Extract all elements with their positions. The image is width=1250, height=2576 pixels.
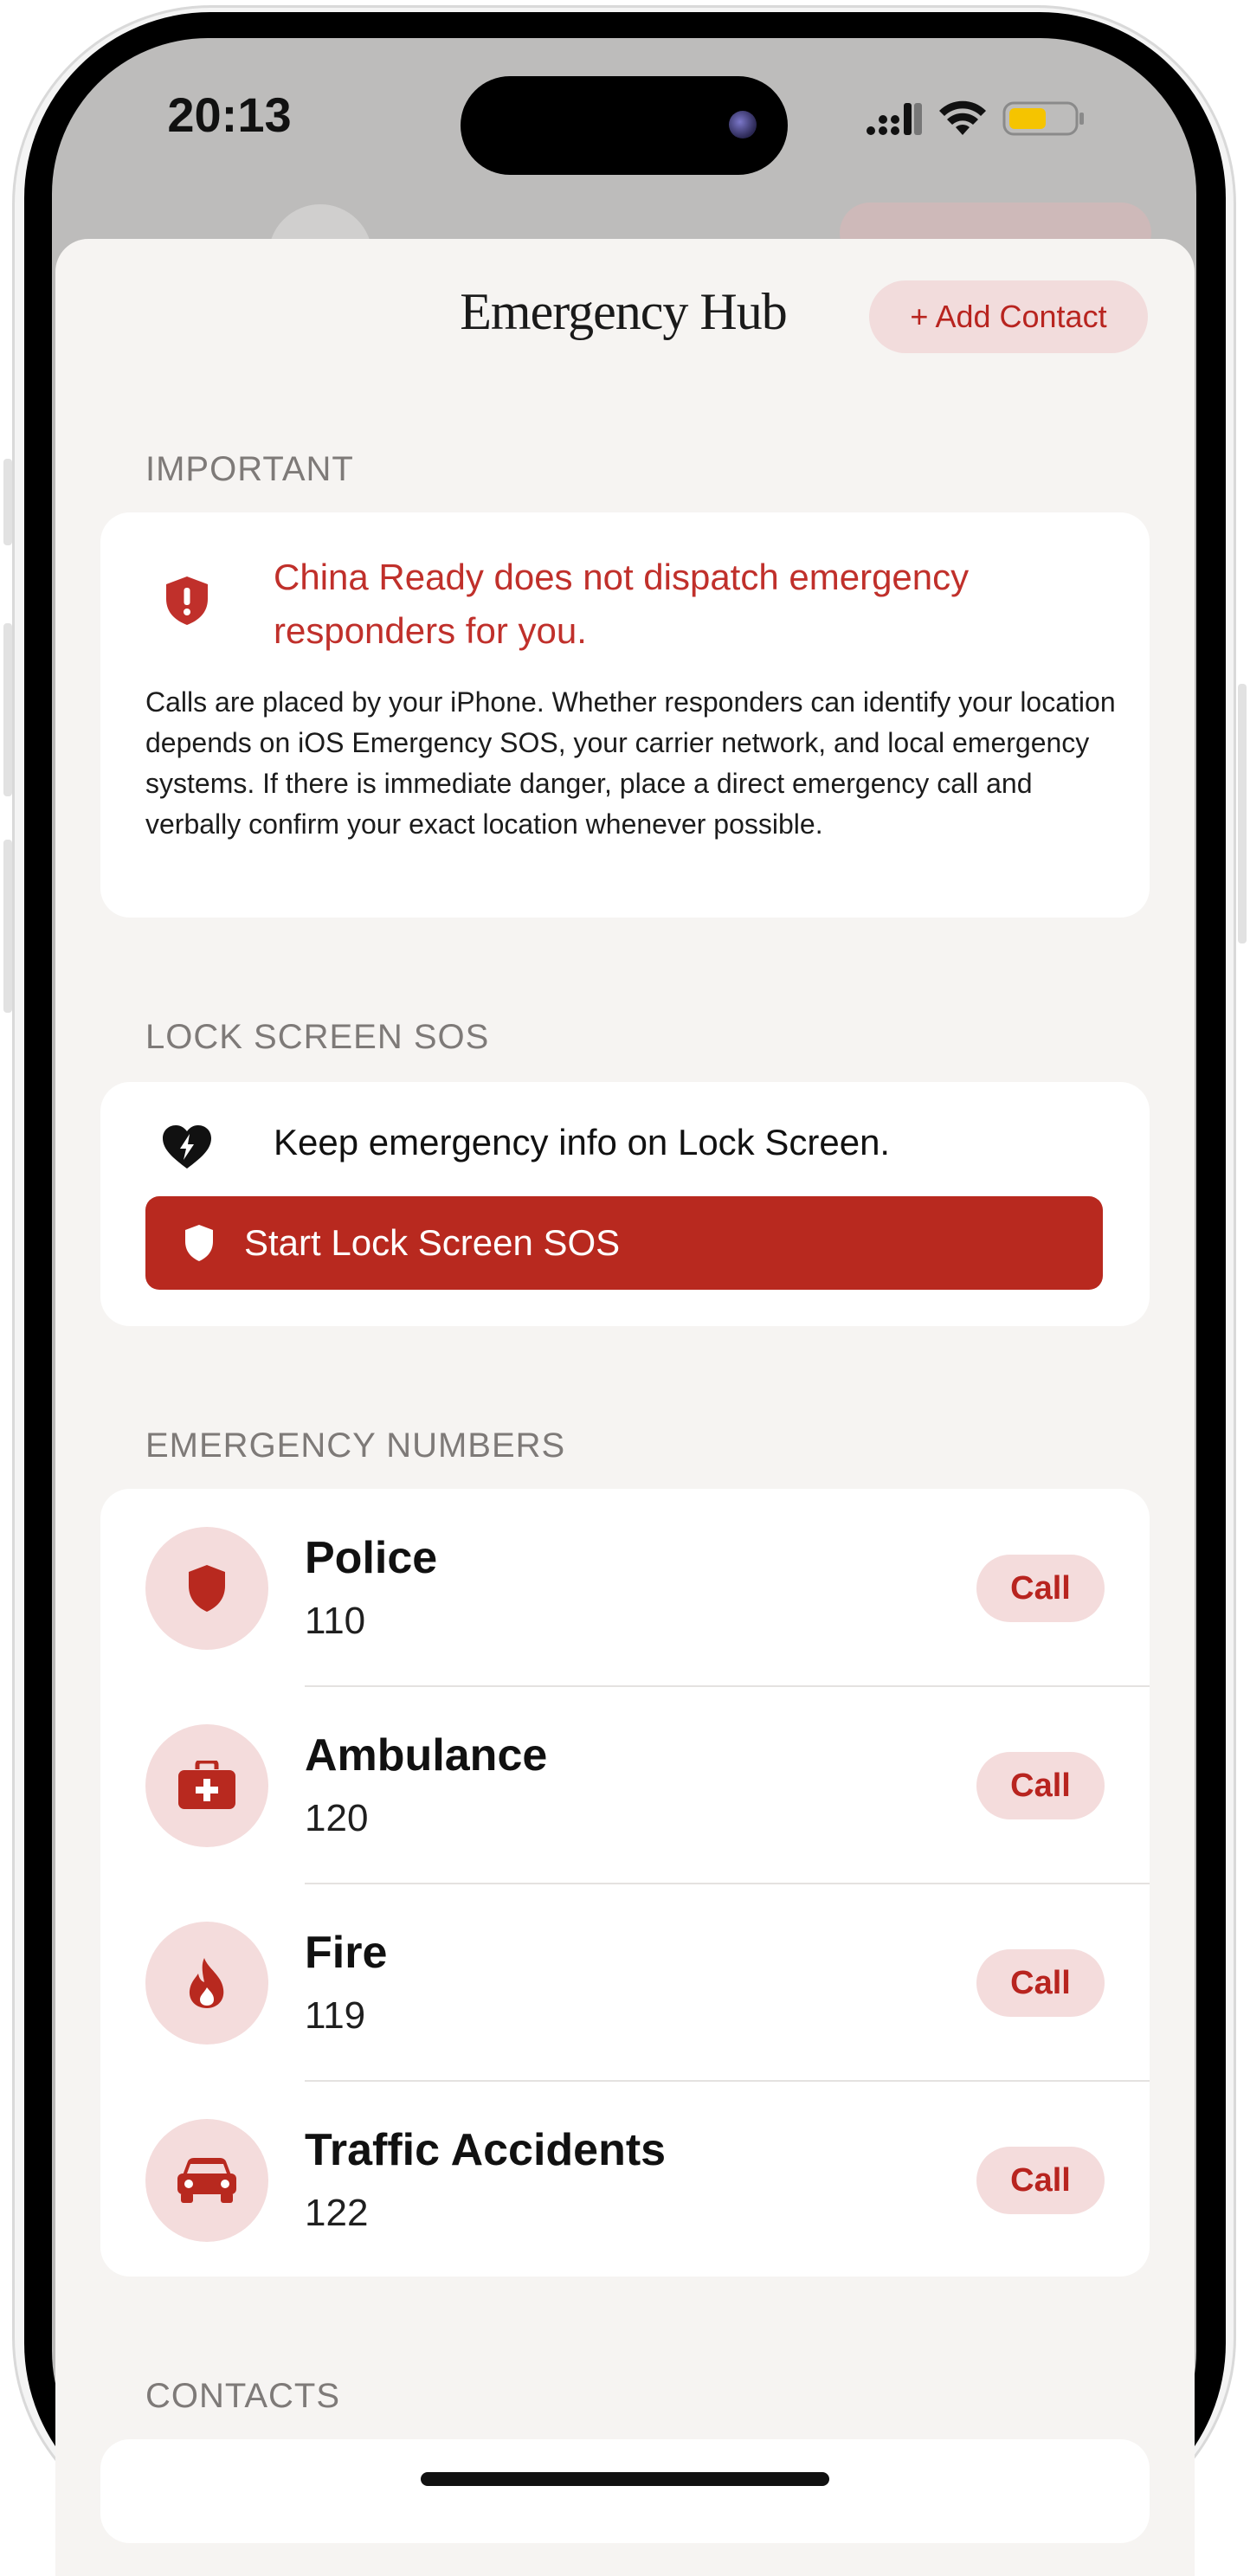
shield-icon: [189, 1565, 225, 1612]
row-number: 110: [305, 1600, 366, 1642]
section-label-emergency-numbers: EMERGENCY NUMBERS: [145, 1426, 566, 1465]
flame-icon: [189, 1958, 224, 2008]
row-name: Ambulance: [305, 1730, 548, 1781]
side-button-left-1: [3, 459, 12, 545]
warning-shield-icon: [166, 576, 208, 625]
dynamic-island: [461, 76, 788, 175]
row-number: 122: [305, 2192, 369, 2234]
emergency-row-fire: Fire 119 Call: [100, 1884, 1150, 2081]
call-ambulance-button[interactable]: Call: [976, 1752, 1105, 1819]
police-icon-circle: [145, 1527, 268, 1650]
important-card: China Ready does not dispatch emergency …: [100, 512, 1150, 918]
wifi-icon: [939, 100, 986, 135]
traffic-icon-circle: [145, 2119, 268, 2242]
shield-icon: [185, 1225, 213, 1261]
home-indicator[interactable]: [421, 2472, 829, 2486]
row-name: Traffic Accidents: [305, 2125, 667, 2175]
row-number: 120: [305, 1797, 369, 1839]
page-title: Emergency Hub: [460, 283, 787, 340]
side-button-right: [1238, 684, 1247, 943]
status-indicators: [866, 97, 1086, 140]
section-label-contacts: CONTACTS: [145, 2377, 341, 2415]
call-police-button[interactable]: Call: [976, 1555, 1105, 1622]
car-icon: [177, 2158, 236, 2203]
row-name: Police: [305, 1533, 438, 1583]
lock-screen-text: Keep emergency info on Lock Screen.: [274, 1122, 891, 1162]
battery-icon: [1002, 101, 1084, 136]
side-button-left-3: [3, 840, 12, 1013]
section-label-important: IMPORTANT: [145, 450, 354, 488]
contacts-card: [100, 2439, 1150, 2543]
emergency-row-ambulance: Ambulance 120 Call: [100, 1686, 1150, 1884]
sos-button-label: Start Lock Screen SOS: [244, 1222, 621, 1263]
row-number: 119: [305, 1994, 366, 2037]
add-contact-button[interactable]: + Add Contact: [869, 280, 1148, 353]
status-time: 20:13: [167, 87, 292, 142]
emergency-row-traffic: Traffic Accidents 122 Call: [100, 2081, 1150, 2278]
lock-screen-card: Keep emergency info on Lock Screen. Star…: [100, 1082, 1150, 1326]
side-button-left-2: [3, 623, 12, 796]
important-body: Calls are placed by your iPhone. Whether…: [145, 686, 1116, 840]
ambulance-icon-circle: [145, 1724, 268, 1847]
heart-bolt-icon: [163, 1125, 211, 1169]
call-traffic-button[interactable]: Call: [976, 2147, 1105, 2214]
emergency-numbers-card: Police 110 Call Ambulance 120 Call Fire …: [100, 1489, 1150, 2277]
emergency-row-police: Police 110 Call: [100, 1489, 1150, 1686]
row-name: Fire: [305, 1928, 388, 1978]
fire-icon-circle: [145, 1922, 268, 2045]
call-fire-button[interactable]: Call: [976, 1949, 1105, 2017]
cellular-signal-icon: [867, 103, 922, 135]
medical-kit-icon: [178, 1761, 235, 1809]
section-label-lock-screen: LOCK SCREEN SOS: [145, 1018, 490, 1056]
start-lock-screen-sos-button[interactable]: Start Lock Screen SOS: [145, 1196, 1103, 1290]
camera-icon: [729, 111, 757, 138]
important-title: China Ready does not dispatch emergency …: [274, 557, 970, 651]
